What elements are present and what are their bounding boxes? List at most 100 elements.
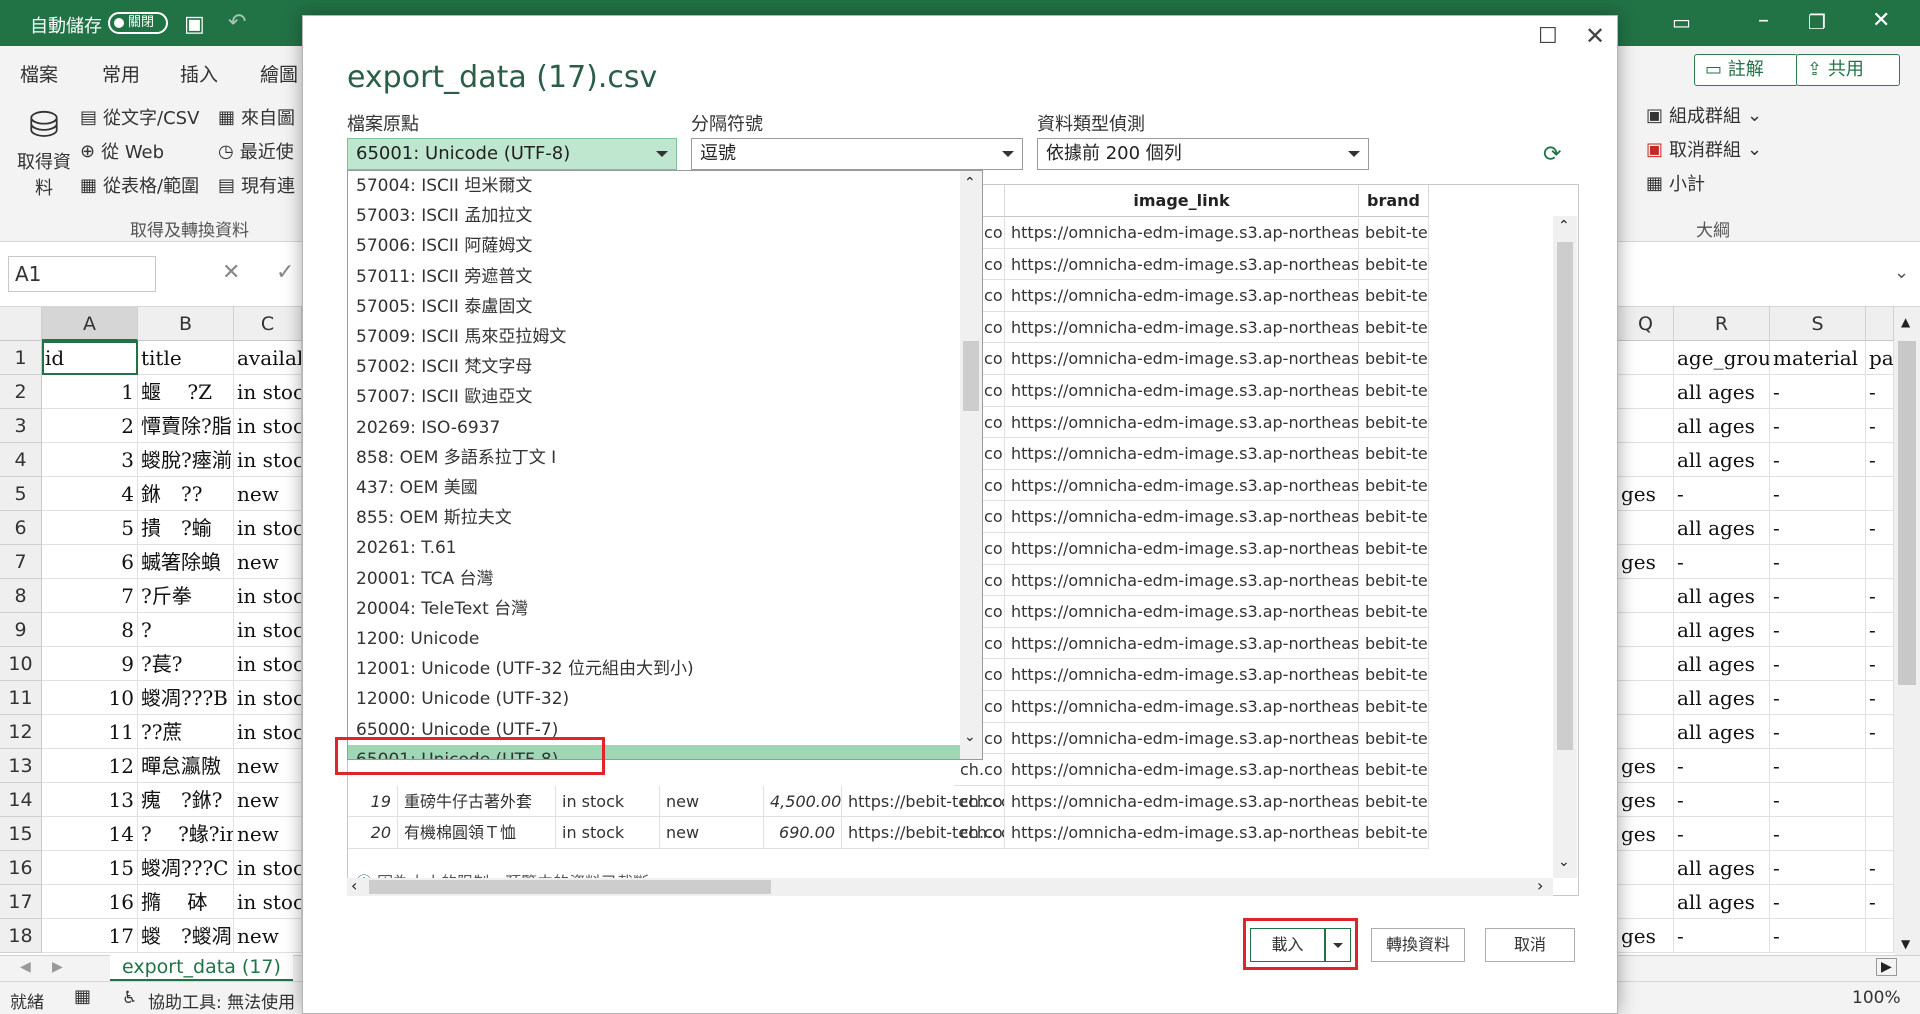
encoding-option[interactable]: 57009: ISCII 馬來亞拉姆文	[348, 322, 960, 352]
cell-R[interactable]: all ages	[1674, 375, 1770, 409]
existing-connections-button[interactable]: ▤ 現有連	[218, 172, 295, 198]
cell-Q[interactable]	[1618, 409, 1674, 443]
cell-S[interactable]: material	[1770, 341, 1866, 375]
cell-A[interactable]: 11	[42, 715, 138, 749]
cell-A[interactable]: 3	[42, 443, 138, 477]
status-accessibility[interactable]: 協助工具: 無法使用	[148, 988, 295, 1013]
cell-C[interactable]: in stock	[234, 409, 302, 443]
close-dialog-icon[interactable]: ✕	[1585, 22, 1605, 50]
cell-R[interactable]: all ages	[1674, 409, 1770, 443]
ungroup-button[interactable]: ▣ 取消群組 ⌄	[1646, 136, 1762, 162]
save-icon[interactable]: ▣	[184, 12, 205, 37]
cell-T[interactable]	[1866, 545, 1894, 579]
cell-T[interactable]: -	[1866, 443, 1894, 477]
maximize-dialog-icon[interactable]: ☐	[1538, 24, 1558, 49]
cell-A[interactable]: 8	[42, 613, 138, 647]
encoding-option[interactable]: 12001: Unicode (UTF-32 位元組由大到小)	[348, 654, 960, 684]
row-header[interactable]: 2	[0, 375, 42, 409]
cell-S[interactable]: -	[1770, 511, 1866, 545]
macro-record-icon[interactable]: ▦	[74, 986, 91, 1007]
encoding-option[interactable]: 20261: T.61	[348, 533, 960, 563]
cell-R[interactable]: all ages	[1674, 511, 1770, 545]
cell-Q[interactable]	[1618, 443, 1674, 477]
get-data-button[interactable]: ⛁ 取得資料	[14, 104, 74, 200]
cell-S[interactable]: -	[1770, 851, 1866, 885]
row-header[interactable]: 6	[0, 511, 42, 545]
cell-B[interactable]: 蝬凋???B	[138, 681, 234, 715]
cell-R[interactable]: all ages	[1674, 613, 1770, 647]
cell-T[interactable]: -	[1866, 409, 1894, 443]
encoding-option[interactable]: 20269: ISO-6937	[348, 413, 960, 443]
cell-C[interactable]: in stock	[234, 511, 302, 545]
encoding-option[interactable]: 12000: Unicode (UTF-32)	[348, 684, 960, 714]
cell-C[interactable]: in stock	[234, 885, 302, 919]
cell-Q[interactable]	[1618, 511, 1674, 545]
cell-T[interactable]: -	[1866, 681, 1894, 715]
minimize-icon[interactable]: –	[1758, 8, 1769, 33]
cell-R[interactable]: all ages	[1674, 647, 1770, 681]
share-button[interactable]: ⇪ 共用	[1796, 54, 1900, 86]
cell-R[interactable]: age_group	[1674, 341, 1770, 375]
row-header[interactable]: 13	[0, 749, 42, 783]
subtotal-button[interactable]: ▦ 小計	[1646, 170, 1705, 196]
cell-Q[interactable]: ges	[1618, 545, 1674, 579]
row-header[interactable]: 16	[0, 851, 42, 885]
cell-C[interactable]: availab	[234, 341, 302, 375]
next-sheet-icon[interactable]: ▶	[52, 959, 63, 975]
cell-C[interactable]: in stock	[234, 443, 302, 477]
cell-Q[interactable]: ges	[1618, 477, 1674, 511]
cell-T[interactable]	[1866, 919, 1894, 953]
cell-T[interactable]: -	[1866, 375, 1894, 409]
undo-icon[interactable]: ↶	[228, 10, 246, 35]
cell-S[interactable]: -	[1770, 919, 1866, 953]
ribbon-display-icon[interactable]: ▭	[1672, 10, 1691, 34]
transform-data-button[interactable]: 轉換資料	[1371, 928, 1465, 962]
encoding-option[interactable]: 57003: ISCII 孟加拉文	[348, 201, 960, 231]
cell-T[interactable]	[1866, 817, 1894, 851]
expand-formula-icon[interactable]: ⌄	[1894, 262, 1909, 283]
from-picture-button[interactable]: ▦ 來自圖	[218, 104, 295, 130]
cell-A[interactable]: id	[42, 341, 138, 375]
cell-A[interactable]: 2	[42, 409, 138, 443]
cell-Q[interactable]: ges	[1618, 919, 1674, 953]
col-header-C[interactable]: C	[234, 307, 302, 341]
cell-R[interactable]: all ages	[1674, 681, 1770, 715]
cancel-button[interactable]: 取消	[1485, 928, 1575, 962]
cell-B[interactable]: 撌 ?蝓	[138, 511, 234, 545]
cell-R[interactable]: all ages	[1674, 885, 1770, 919]
cell-S[interactable]: -	[1770, 783, 1866, 817]
cell-S[interactable]: -	[1770, 579, 1866, 613]
row-header[interactable]: 17	[0, 885, 42, 919]
cell-Q[interactable]: ges	[1618, 817, 1674, 851]
cell-C[interactable]: in stock	[234, 851, 302, 885]
select-all-corner[interactable]	[0, 307, 42, 341]
row-header[interactable]: 9	[0, 613, 42, 647]
cell-C[interactable]: in stock	[234, 375, 302, 409]
cell-Q[interactable]	[1618, 715, 1674, 749]
sheet-tab-export-data[interactable]: export_data (17)	[110, 955, 293, 982]
cell-R[interactable]: all ages	[1674, 851, 1770, 885]
name-box[interactable]: A1	[8, 256, 156, 292]
cell-A[interactable]: 1	[42, 375, 138, 409]
cell-R[interactable]: all ages	[1674, 579, 1770, 613]
cell-R[interactable]: -	[1674, 545, 1770, 579]
cell-S[interactable]: -	[1770, 885, 1866, 919]
cell-Q[interactable]	[1618, 681, 1674, 715]
cell-T[interactable]: -	[1866, 715, 1894, 749]
cell-B[interactable]: 撱 砵	[138, 885, 234, 919]
encoding-option[interactable]: 858: OEM 多語系拉丁文 I	[348, 443, 960, 473]
delimiter-dropdown[interactable]: 逗號	[691, 138, 1023, 170]
cell-B[interactable]: ??蔗	[138, 715, 234, 749]
zoom-level[interactable]: 100%	[1852, 988, 1901, 1008]
cell-S[interactable]: -	[1770, 715, 1866, 749]
scroll-thumb[interactable]	[369, 880, 771, 894]
encoding-option[interactable]: 1200: Unicode	[348, 624, 960, 654]
cell-C[interactable]: in stock	[234, 647, 302, 681]
cell-S[interactable]: -	[1770, 545, 1866, 579]
tab-draw[interactable]: 繪圖	[260, 60, 298, 87]
cell-Q[interactable]	[1618, 647, 1674, 681]
restore-icon[interactable]: ❐	[1808, 10, 1826, 34]
cell-T[interactable]	[1866, 783, 1894, 817]
encoding-option[interactable]: 437: OEM 美國	[348, 473, 960, 503]
cell-Q[interactable]	[1618, 613, 1674, 647]
